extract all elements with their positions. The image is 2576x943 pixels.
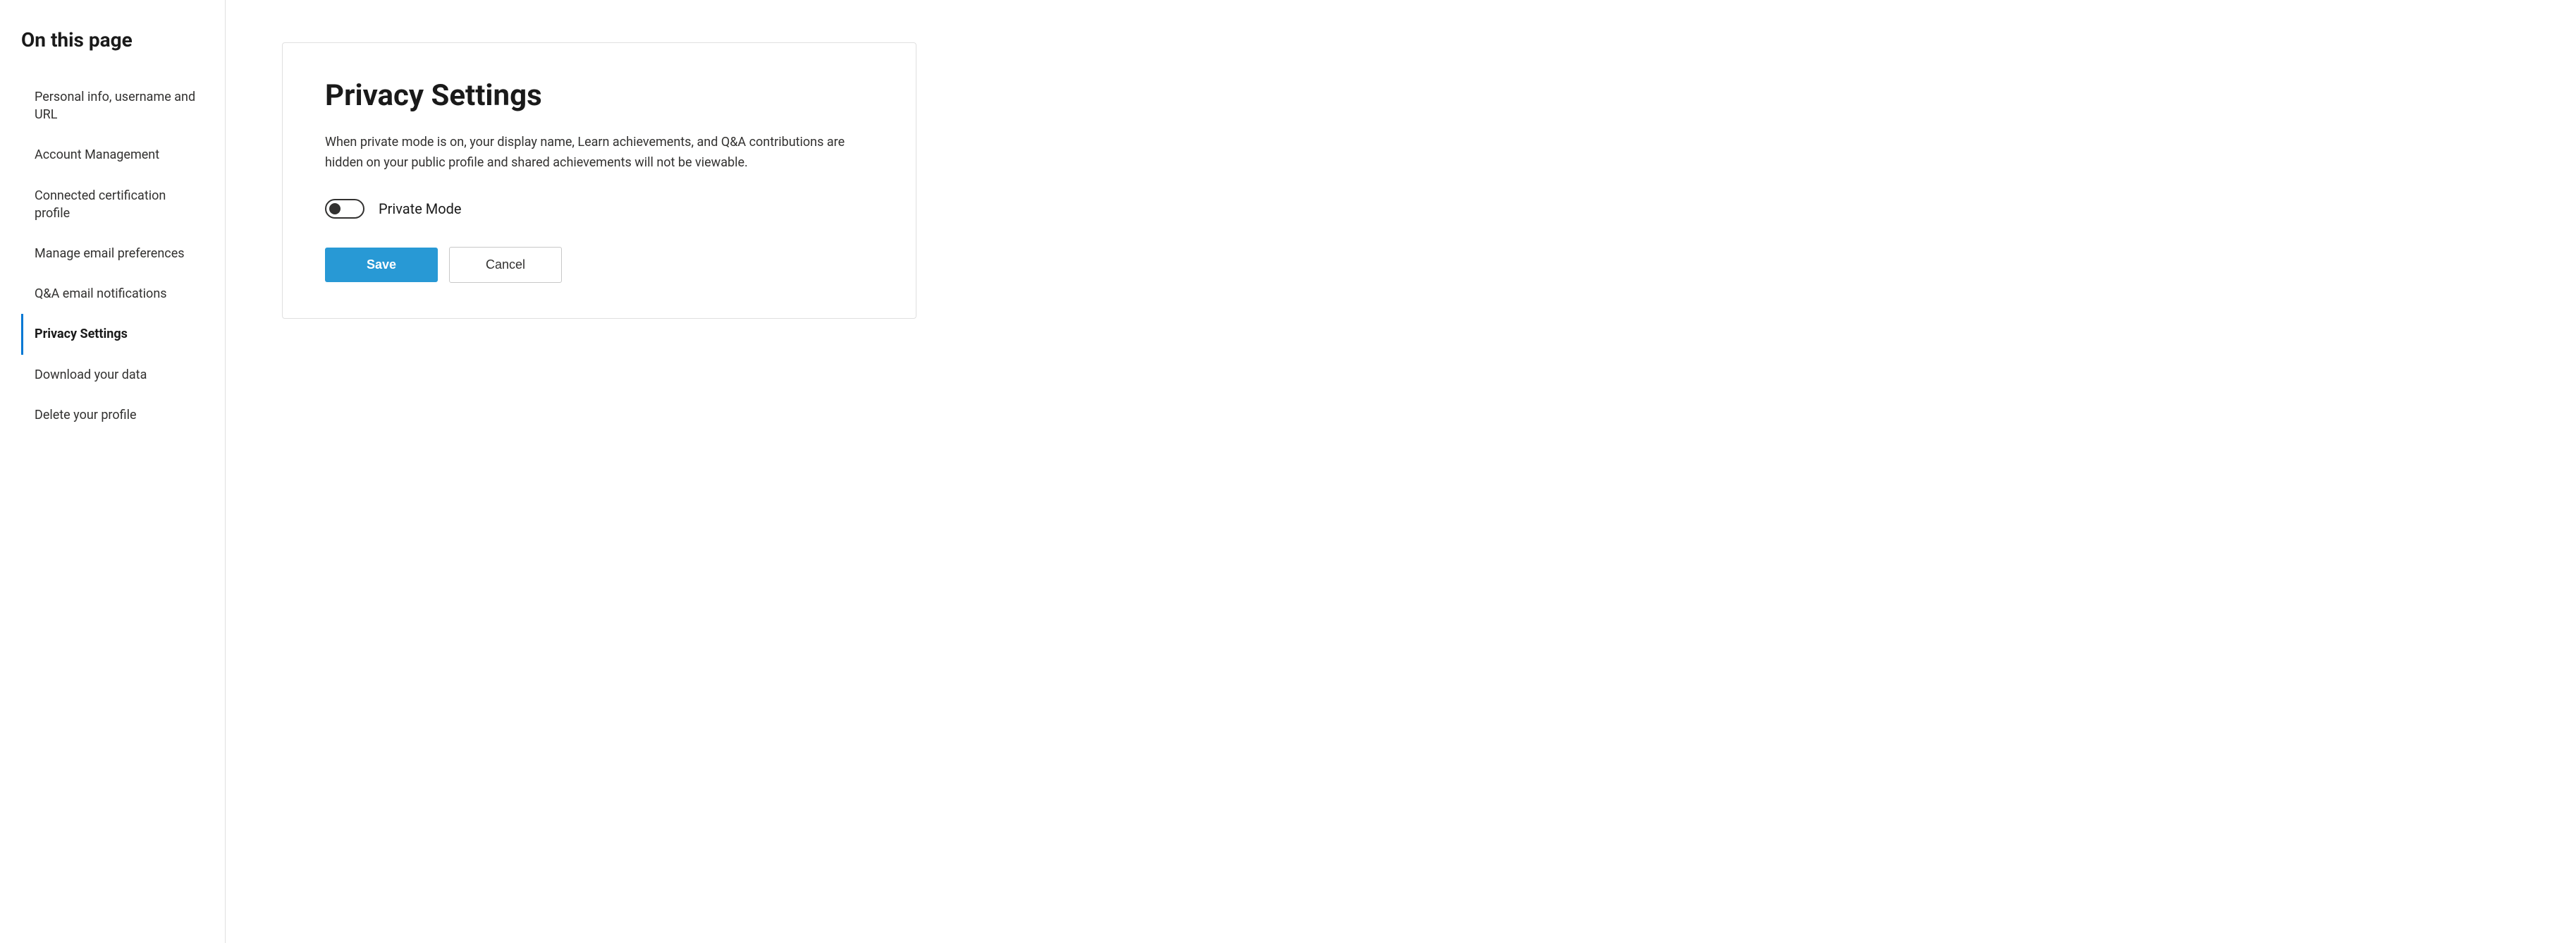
toggle-track — [325, 199, 364, 219]
private-mode-label: Private Mode — [379, 200, 462, 217]
sidebar-item-qa-notifications[interactable]: Q&A email notifications — [21, 274, 204, 314]
privacy-settings-card: Privacy Settings When private mode is on… — [282, 42, 916, 319]
sidebar-item-manage-email[interactable]: Manage email preferences — [21, 233, 204, 274]
sidebar-item-account-management[interactable]: Account Management — [21, 135, 204, 175]
sidebar-item-connected-cert[interactable]: Connected certification profile — [21, 176, 204, 233]
sidebar-item-personal-info[interactable]: Personal info, username and URL — [21, 77, 204, 135]
main-content: Privacy Settings When private mode is on… — [226, 0, 2576, 943]
sidebar: On this page Personal info, username and… — [0, 0, 226, 943]
section-description: When private mode is on, your display na… — [325, 133, 873, 174]
toggle-thumb — [329, 203, 341, 214]
sidebar-item-download-data[interactable]: Download your data — [21, 355, 204, 395]
sidebar-item-privacy-settings[interactable]: Privacy Settings — [21, 314, 204, 354]
sidebar-item-delete-profile[interactable]: Delete your profile — [21, 395, 204, 435]
button-row: Save Cancel — [325, 247, 873, 283]
toggle-row: Private Mode — [325, 199, 873, 219]
section-title: Privacy Settings — [325, 78, 873, 113]
private-mode-toggle[interactable] — [325, 199, 364, 219]
sidebar-title: On this page — [21, 28, 204, 51]
save-button[interactable]: Save — [325, 248, 438, 282]
cancel-button[interactable]: Cancel — [449, 247, 562, 283]
sidebar-nav: Personal info, username and URLAccount M… — [21, 77, 204, 435]
